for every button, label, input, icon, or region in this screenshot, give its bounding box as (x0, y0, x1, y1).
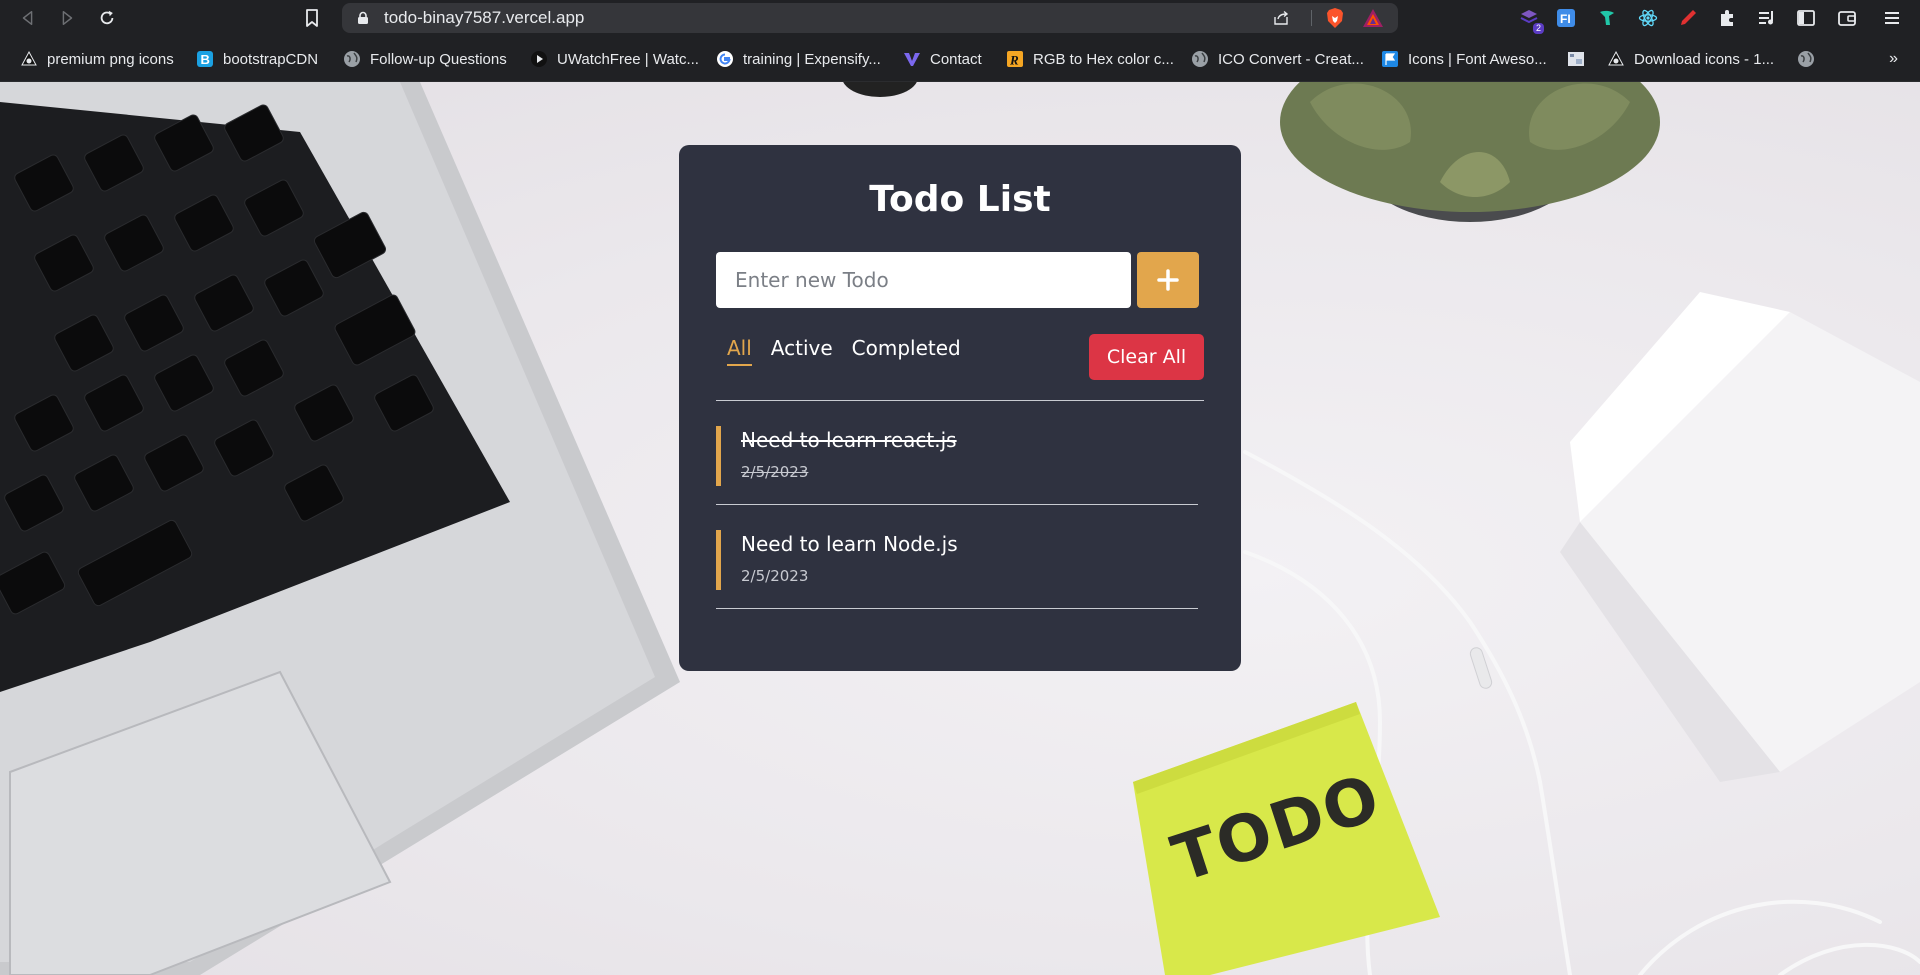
todo-date: 2/5/2023 (741, 463, 809, 481)
svg-text:R: R (1009, 53, 1019, 68)
r-logo-icon: R (1006, 50, 1024, 68)
flag-icon (1381, 50, 1399, 68)
bookmarks-bar: premium png icons B bootstrapCDN Follow-… (0, 36, 1920, 82)
fi-extension-icon[interactable]: FI (1555, 7, 1577, 29)
filter-all[interactable]: All (727, 336, 752, 366)
bookmark-page-icon[interactable] (302, 8, 322, 28)
bookmark-item[interactable]: Follow-up Questions (343, 47, 507, 71)
bookmark-item[interactable]: Download icons - 1... (1607, 47, 1774, 71)
forward-icon[interactable] (55, 6, 79, 30)
extension-badge: 2 (1532, 23, 1544, 34)
pen-extension-icon[interactable] (1677, 7, 1699, 29)
share-icon[interactable] (1272, 9, 1290, 27)
image-icon (1567, 50, 1585, 68)
todo-accent-bar (716, 426, 721, 486)
todo-item[interactable]: Need to learn Node.js 2/5/2023 (716, 505, 1198, 609)
globe-icon (1191, 50, 1209, 68)
filter-tabs: All Active Completed (727, 336, 980, 366)
filter-completed[interactable]: Completed (852, 336, 961, 364)
puzzle-icon[interactable] (1716, 7, 1738, 29)
bookmarks-overflow-button[interactable]: » (1889, 50, 1898, 68)
bird-extension-icon[interactable] (1596, 7, 1618, 29)
reload-icon[interactable] (95, 6, 119, 30)
google-icon (716, 50, 734, 68)
bookmark-item[interactable]: Contact (903, 47, 982, 71)
menu-icon[interactable] (1881, 7, 1903, 29)
todo-text: Need to learn react.js (741, 428, 957, 452)
page-viewport: TODO Todo List All Active Completed Clea… (0, 82, 1920, 975)
media-queue-icon[interactable] (1756, 7, 1778, 29)
object-illustration (843, 82, 917, 97)
bookmark-item[interactable]: ICO Convert - Creat... (1191, 47, 1364, 71)
address-bar[interactable]: todo-binay7587.vercel.app (342, 3, 1398, 33)
omnibox-separator (1311, 10, 1312, 26)
add-todo-button[interactable] (1137, 252, 1199, 308)
todo-text: Need to learn Node.js (741, 532, 958, 556)
bookmark-item[interactable]: training | Expensify... (716, 47, 881, 71)
sidebar-icon[interactable] (1795, 7, 1817, 29)
plus-icon (1157, 269, 1179, 291)
new-todo-input[interactable] (716, 252, 1131, 308)
play-icon (530, 50, 548, 68)
react-extension-icon[interactable] (1637, 7, 1659, 29)
browser-toolbar: todo-binay7587.vercel.app 2 FI (0, 0, 1920, 36)
bookmark-item[interactable] (1797, 47, 1824, 71)
todo-accent-bar (716, 530, 721, 590)
bookmark-item[interactable]: Icons | Font Aweso... (1381, 47, 1547, 71)
todo-item-completed[interactable]: Need to learn react.js 2/5/2023 (716, 401, 1198, 505)
bookmark-item[interactable]: UWatchFree | Watc... (530, 47, 699, 71)
bootstrap-icon: B (196, 50, 214, 68)
globe-dark-icon (1607, 50, 1625, 68)
v-logo-icon (903, 50, 921, 68)
todo-card: Todo List All Active Completed Clear All… (679, 145, 1241, 671)
page-title: Todo List (869, 179, 1051, 220)
stack-extension-icon[interactable]: 2 (1518, 7, 1544, 34)
todo-date: 2/5/2023 (741, 567, 809, 585)
white-box-illustration (1560, 292, 1920, 782)
brave-rewards-icon[interactable] (1362, 8, 1384, 28)
lock-icon (358, 11, 368, 24)
globe-icon (1797, 50, 1815, 68)
bookmark-item[interactable]: R RGB to Hex color c... (1006, 47, 1174, 71)
bookmark-item[interactable] (1567, 47, 1594, 71)
filter-active[interactable]: Active (771, 336, 833, 364)
svg-text:FI: FI (1560, 12, 1571, 26)
url-text[interactable]: todo-binay7587.vercel.app (384, 8, 584, 28)
brave-shields-icon[interactable] (1324, 7, 1346, 29)
clear-all-button[interactable]: Clear All (1089, 334, 1204, 380)
back-icon[interactable] (16, 6, 40, 30)
plant-illustration (1280, 82, 1660, 222)
laptop-illustration (0, 82, 680, 975)
globe-icon (343, 50, 361, 68)
bookmark-item[interactable]: B bootstrapCDN (196, 47, 318, 71)
wallet-icon[interactable] (1836, 7, 1858, 29)
svg-text:B: B (201, 52, 210, 67)
globe-dark-icon (20, 50, 38, 68)
bookmark-item[interactable]: premium png icons (20, 47, 174, 71)
